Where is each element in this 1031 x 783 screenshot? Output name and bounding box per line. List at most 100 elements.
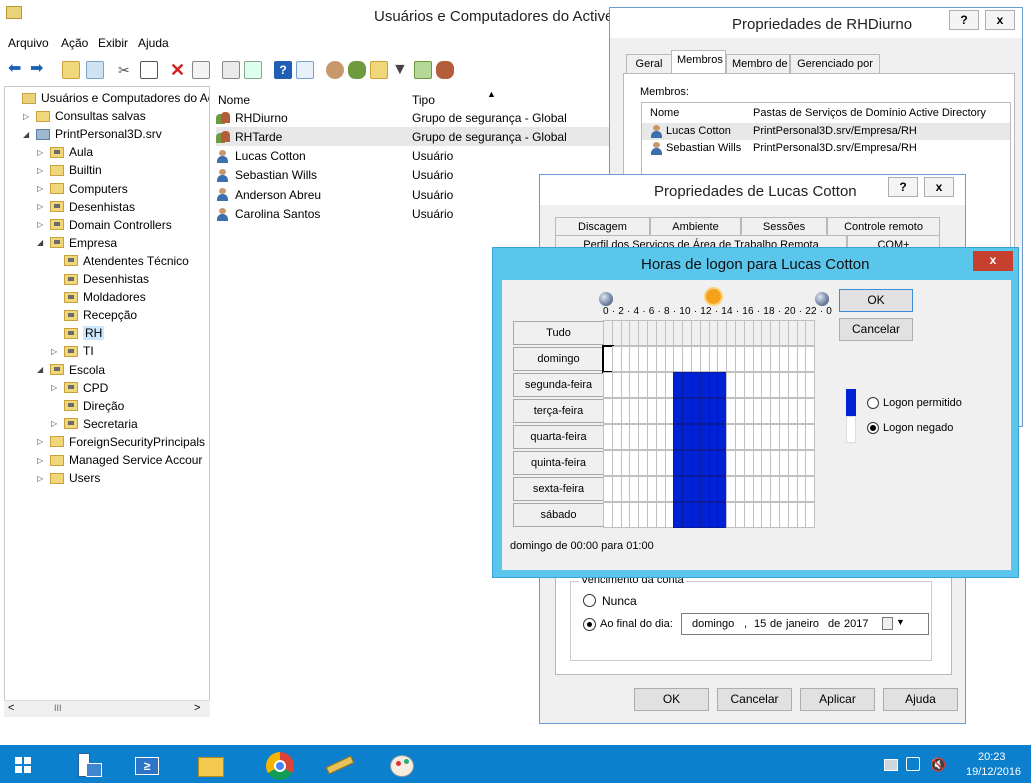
list-row[interactable]: RHDiurno Grupo de segurança - Global	[216, 108, 616, 127]
tree-item[interactable]: ▷ Consultas salvas	[23, 107, 146, 125]
collapse-arrow-icon[interactable]: ◢	[37, 365, 47, 374]
paint-icon[interactable]	[378, 747, 426, 783]
logon-cell-denied[interactable]	[629, 476, 640, 502]
expand-arrow-icon[interactable]: ▷	[51, 383, 61, 392]
expand-arrow-icon[interactable]: ▷	[23, 112, 33, 121]
chevron-down-icon[interactable]: ▼	[896, 617, 905, 627]
logon-cell-permitted[interactable]	[699, 424, 710, 450]
logon-cell-denied[interactable]	[805, 398, 816, 424]
logon-cell-denied[interactable]	[647, 450, 657, 476]
logon-cell-denied[interactable]	[655, 502, 666, 528]
tree-item[interactable]: Usuários e Computadores do Ac	[9, 89, 209, 107]
logon-cell-denied[interactable]	[603, 502, 613, 528]
calendar-icon[interactable]	[882, 617, 893, 630]
expand-arrow-icon[interactable]: ▷	[37, 220, 47, 229]
logon-cell-denied[interactable]	[752, 372, 763, 398]
logon-cell-denied[interactable]	[761, 398, 772, 424]
logon-cell-permitted[interactable]	[699, 398, 710, 424]
rhdiurno-help-button[interactable]: ?	[949, 10, 979, 30]
hour-column-button[interactable]	[629, 320, 640, 346]
collapse-arrow-icon[interactable]: ◢	[23, 130, 33, 139]
logon-cell-permitted[interactable]	[699, 502, 710, 528]
logon-cell-denied[interactable]	[655, 424, 666, 450]
denied-radio[interactable]	[867, 422, 879, 434]
logon-cell-denied[interactable]	[664, 476, 675, 502]
cancel-button[interactable]: Cancelar	[717, 688, 792, 711]
logon-cell-permitted[interactable]	[699, 372, 710, 398]
logon-cell-permitted[interactable]	[708, 502, 719, 528]
logon-cell-denied[interactable]	[779, 450, 789, 476]
logon-cell-denied[interactable]	[752, 424, 763, 450]
logon-cell-denied[interactable]	[787, 502, 798, 528]
hour-column-button[interactable]	[611, 320, 622, 346]
tree-item[interactable]: Atendentes Técnico	[51, 252, 189, 270]
logon-cell-denied[interactable]	[805, 502, 816, 528]
add-to-group-icon[interactable]	[436, 61, 454, 79]
logon-cell-denied[interactable]	[735, 476, 745, 502]
logon-cell-denied[interactable]	[620, 372, 631, 398]
member-row[interactable]: Sebastian Wills PrintPersonal3D.srv/Empr…	[642, 140, 1010, 157]
hour-column-button[interactable]	[673, 320, 684, 346]
logon-cell-permitted[interactable]	[691, 372, 701, 398]
hour-column-button[interactable]	[770, 320, 781, 346]
logon-cell-denied[interactable]	[796, 476, 807, 502]
logon-cell-denied[interactable]	[761, 476, 772, 502]
logon-cell-denied[interactable]	[761, 424, 772, 450]
tree-item[interactable]: ▷ Managed Service Accour	[37, 451, 202, 469]
logon-cell-permitted[interactable]	[673, 398, 684, 424]
hour-column-button[interactable]	[620, 320, 631, 346]
day-button[interactable]: quinta-feira	[513, 451, 604, 475]
members-col-folder[interactable]: Pastas de Serviços de Domínio Active Dir…	[753, 107, 986, 119]
logon-cell-denied[interactable]	[655, 450, 666, 476]
hour-column-button[interactable]	[735, 320, 745, 346]
logon-cell-denied[interactable]	[743, 502, 754, 528]
logon-cell-denied[interactable]	[770, 476, 781, 502]
hour-column-button[interactable]	[664, 320, 675, 346]
tab-controle-remoto[interactable]: Controle remoto	[827, 217, 940, 237]
logon-cell-denied[interactable]	[752, 476, 763, 502]
logon-cell-denied[interactable]	[620, 502, 631, 528]
find-icon[interactable]	[414, 61, 432, 79]
logon-cell-denied[interactable]	[752, 398, 763, 424]
logon-cell-denied[interactable]	[611, 346, 622, 372]
logon-cell-denied[interactable]	[638, 450, 649, 476]
cut-icon[interactable]: ✂	[118, 61, 136, 79]
logon-cell-permitted[interactable]	[682, 398, 693, 424]
logon-cell-denied[interactable]	[735, 372, 745, 398]
expand-arrow-icon[interactable]: ▷	[37, 474, 47, 483]
tree-item[interactable]: ◢ Escola	[37, 361, 105, 379]
logon-cell-denied[interactable]	[743, 372, 754, 398]
logon-cell-denied[interactable]	[638, 398, 649, 424]
logon-cell-denied[interactable]	[603, 398, 613, 424]
logon-cell-denied[interactable]	[620, 450, 631, 476]
logon-cell-denied[interactable]	[620, 476, 631, 502]
logon-cell-denied[interactable]	[805, 450, 816, 476]
never-radio[interactable]	[583, 594, 596, 607]
action-center-icon[interactable]	[884, 759, 898, 771]
clock-date[interactable]: 19/12/2016	[966, 766, 1021, 778]
logon-cell-permitted[interactable]	[708, 424, 719, 450]
tree-item[interactable]: ◢ PrintPersonal3D.srv	[23, 125, 162, 143]
logon-cell-denied[interactable]	[638, 346, 649, 372]
logon-cell-denied[interactable]	[743, 476, 754, 502]
logon-cell-denied[interactable]	[629, 450, 640, 476]
hour-column-button[interactable]	[779, 320, 789, 346]
logon-cell-denied[interactable]	[752, 346, 763, 372]
logon-cell-permitted[interactable]	[699, 450, 710, 476]
logon-cell-permitted[interactable]	[708, 372, 719, 398]
clock-time[interactable]: 20:23	[978, 751, 1006, 763]
logon-cell-denied[interactable]	[761, 346, 772, 372]
logon-cell-denied[interactable]	[805, 372, 816, 398]
logon-close-button[interactable]: x	[973, 251, 1013, 271]
logon-cell-permitted[interactable]	[717, 424, 728, 450]
scroll-left-arrow-icon[interactable]: <	[8, 702, 14, 714]
expand-arrow-icon[interactable]: ▷	[37, 184, 47, 193]
chrome-icon[interactable]	[256, 747, 304, 783]
day-button[interactable]: quarta-feira	[513, 425, 604, 449]
delete-icon[interactable]: ✕	[170, 61, 188, 79]
menu-exibir[interactable]: Exibir	[98, 36, 128, 50]
hour-column-button[interactable]	[805, 320, 816, 346]
logon-cell-permitted[interactable]	[717, 398, 728, 424]
hour-column-button[interactable]	[682, 320, 693, 346]
hour-column-button[interactable]	[796, 320, 807, 346]
